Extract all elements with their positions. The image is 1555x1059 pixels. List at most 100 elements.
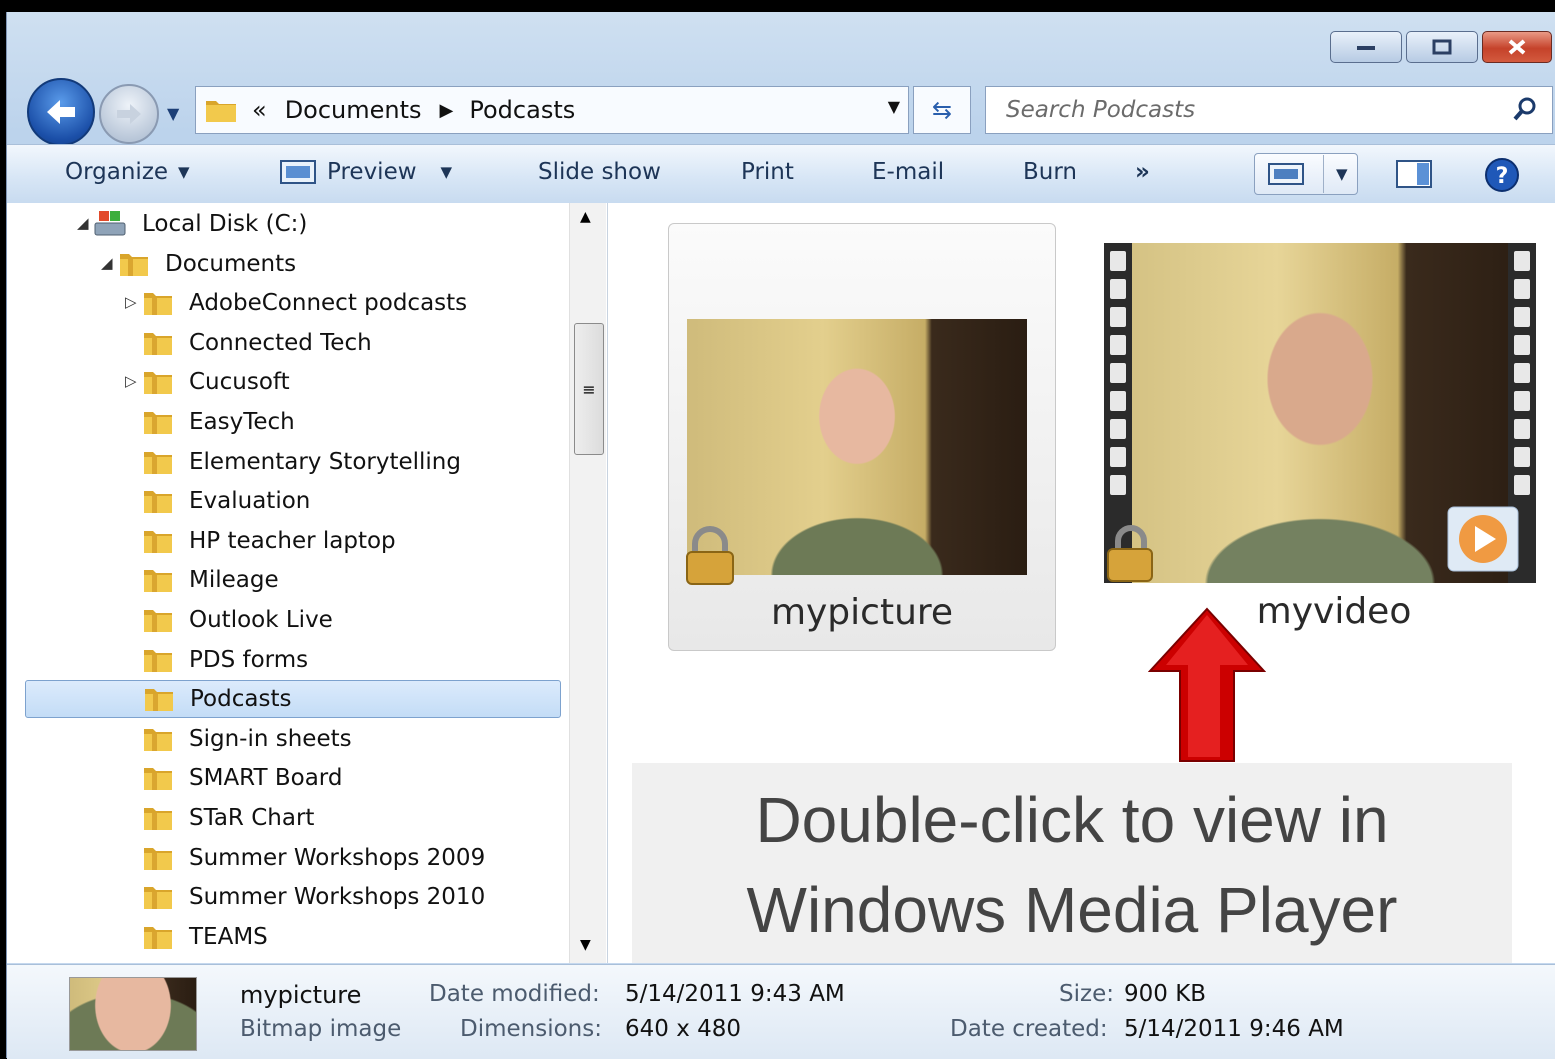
scroll-up-icon[interactable]: ▲ <box>580 209 591 225</box>
change-view-button[interactable]: ▼ <box>1254 153 1358 195</box>
maximize-icon <box>1432 39 1452 55</box>
tree-item-local-disk[interactable]: Local Disk (C:) <box>92 205 307 243</box>
tree-item-pds-forms[interactable]: PDS forms <box>143 641 308 679</box>
grip-icon: ≡ <box>582 379 596 399</box>
slideshow-label: Slide show <box>538 159 661 185</box>
minimize-icon <box>1357 46 1375 50</box>
tree-item-label: Documents <box>165 250 297 277</box>
preview-label: Preview <box>327 159 417 185</box>
address-dropdown-icon[interactable]: ▼ <box>888 97 900 116</box>
recent-pages-dropdown[interactable]: ▼ <box>167 104 179 123</box>
tree-item-evaluation[interactable]: Evaluation <box>143 482 310 520</box>
tree-item-podcasts[interactable]: Podcasts <box>25 680 561 719</box>
breadcrumb-separator-icon[interactable]: ▶ <box>440 100 454 121</box>
tree-item-summer-workshops-2009[interactable]: Summer Workshops 2009 <box>143 839 485 877</box>
forward-button[interactable] <box>99 84 159 144</box>
folder-icon <box>144 926 172 949</box>
tree-item-documents[interactable]: Documents <box>119 245 296 283</box>
details-file-type: Bitmap image <box>240 1016 402 1042</box>
details-thumbnail <box>69 977 197 1051</box>
tree-item-label: HP teacher laptop <box>189 527 396 554</box>
breadcrumb-documents[interactable]: Documents <box>285 96 422 124</box>
file-item-mypicture[interactable]: mypicture <box>668 223 1056 651</box>
more-label: » <box>1135 159 1150 185</box>
tree-item-label: Mileage <box>189 567 279 594</box>
folder-icon <box>144 847 172 870</box>
folder-icon <box>144 491 172 514</box>
tree-item-outlook-live[interactable]: Outlook Live <box>143 601 333 639</box>
tree-item-smart-board[interactable]: SMART Board <box>143 759 342 797</box>
size-label: Size: <box>1059 981 1114 1007</box>
search-box[interactable] <box>985 86 1553 134</box>
tree-item-elementary-storytelling[interactable]: Elementary Storytelling <box>143 443 461 481</box>
tree-item-label: Elementary Storytelling <box>189 448 461 475</box>
folder-icon <box>144 451 172 474</box>
drive-icon <box>94 211 126 236</box>
file-name-mypicture: mypicture <box>770 592 954 633</box>
address-overflow[interactable]: « <box>252 96 267 124</box>
window-controls <box>1330 31 1552 63</box>
tree-item-label: Connected Tech <box>189 329 372 356</box>
breadcrumb-podcasts[interactable]: Podcasts <box>469 96 575 124</box>
callout-line-2: Windows Media Player <box>746 874 1398 946</box>
print-button[interactable]: Print <box>741 159 794 185</box>
address-bar[interactable]: « Documents ▶ Podcasts ▼ <box>195 86 909 134</box>
tree-item-cucusoft[interactable]: Cucusoft <box>143 363 290 401</box>
preview-pane-icon[interactable] <box>1395 159 1433 189</box>
slideshow-button[interactable]: Slide show <box>538 159 661 185</box>
tree-item-sign-in-sheets[interactable]: Sign-in sheets <box>143 720 352 758</box>
chevron-down-icon: ▼ <box>440 163 453 181</box>
lock-icon <box>1107 525 1153 582</box>
folder-icon <box>144 808 172 830</box>
tree-item-label: AdobeConnect podcasts <box>189 290 468 317</box>
back-button[interactable] <box>27 78 95 146</box>
tree-item-easytech[interactable]: EasyTech <box>143 403 295 441</box>
tree-item-label: Outlook Live <box>189 607 333 633</box>
chevron-down-icon: ▼ <box>178 163 190 181</box>
tree-item-label: TEAMS <box>189 923 268 950</box>
organize-label: Organize <box>65 159 169 185</box>
scroll-thumb[interactable]: ≡ <box>574 323 604 455</box>
close-button[interactable] <box>1482 31 1552 63</box>
tree-item-adobeconnect-podcasts[interactable]: AdobeConnect podcasts <box>143 284 467 322</box>
minimize-button[interactable] <box>1330 31 1402 63</box>
scroll-down-icon[interactable]: ▼ <box>580 937 591 953</box>
tree-item-label: SMART Board <box>189 765 343 792</box>
maximize-button[interactable] <box>1406 31 1478 63</box>
tree-item-label: Summer Workshops 2010 <box>189 884 486 911</box>
email-button[interactable]: E-mail <box>872 159 944 185</box>
preview-menu[interactable]: Preview ▼ <box>279 159 452 185</box>
organize-menu[interactable]: Organize ▼ <box>65 159 190 185</box>
print-label: Print <box>741 159 794 185</box>
search-input[interactable] <box>1004 96 1488 124</box>
folder-icon <box>144 412 172 434</box>
tree-item-connected-tech[interactable]: Connected Tech <box>143 324 372 362</box>
tree-item-label: EasyTech <box>189 409 295 435</box>
expand-icon[interactable]: ▷ <box>125 372 137 390</box>
tree-item-label: Summer Workshops 2009 <box>189 844 486 871</box>
view-icon <box>1268 163 1304 185</box>
collapse-icon[interactable]: ◢ <box>101 254 113 272</box>
more-commands-button[interactable]: » <box>1135 159 1150 185</box>
svg-text:?: ? <box>1496 164 1509 189</box>
tree-item-star-chart[interactable]: STaR Chart <box>143 799 314 837</box>
tree-item-hp-teacher-laptop[interactable]: HP teacher laptop <box>143 522 396 560</box>
tree-item-label: STaR Chart <box>189 805 315 831</box>
chevron-down-icon[interactable]: ▼ <box>1336 165 1348 183</box>
preview-icon <box>280 160 316 184</box>
folder-icon <box>144 372 172 395</box>
tree-item-teams[interactable]: TEAMS <box>143 918 268 956</box>
burn-button[interactable]: Burn <box>1023 159 1077 185</box>
tree-item-label: Podcasts <box>190 686 292 713</box>
help-icon[interactable]: ? <box>1484 157 1520 193</box>
tree-item-mileage[interactable]: Mileage <box>143 561 279 599</box>
refresh-icon: ⇆ <box>931 96 953 124</box>
folder-icon <box>145 689 173 712</box>
refresh-button[interactable]: ⇆ <box>913 86 971 134</box>
search-icon[interactable] <box>1512 95 1540 123</box>
collapse-icon[interactable]: ◢ <box>77 214 89 232</box>
tree-item-label: PDS forms <box>189 646 309 673</box>
tree-item-summer-workshops-2010[interactable]: Summer Workshops 2010 <box>143 878 485 916</box>
navigation-scrollbar[interactable]: ▲ ≡ ▼ <box>569 203 606 963</box>
expand-icon[interactable]: ▷ <box>125 293 137 311</box>
